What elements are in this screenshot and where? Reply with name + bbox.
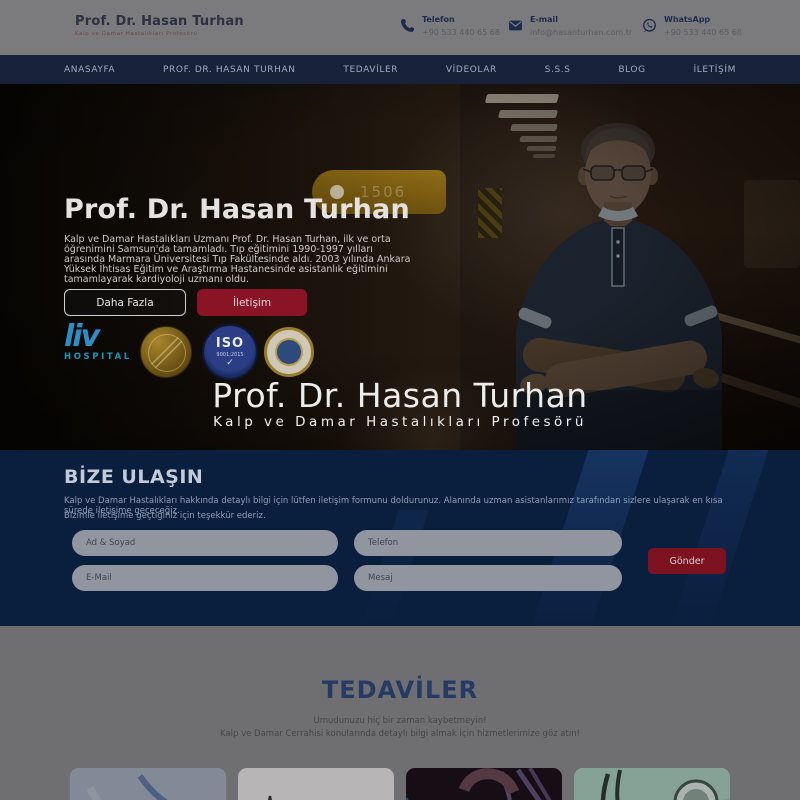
iso-9001-badge: ISO 9001:2015 ✓ [202, 324, 258, 380]
message-field[interactable] [354, 565, 622, 591]
treatment-card-heart-valve[interactable] [70, 768, 226, 800]
site-logo[interactable]: Prof. Dr. Hasan Turhan Kalp ve Damar Has… [75, 14, 244, 37]
whatsapp-label: WhatsApp [664, 15, 742, 24]
nav-item-iletisim[interactable]: İLETİŞİM [694, 65, 736, 75]
treatment-card-heart-anatomy[interactable] [406, 768, 562, 800]
treatment-cards [70, 768, 730, 800]
hero-overlay-title: Prof. Dr. Hasan Turhan [0, 376, 800, 415]
treatments-subtitle-2: Kalp ve Damar Cerrahisi konularında deta… [0, 729, 800, 739]
nav-item-sss[interactable]: S.S.S [545, 65, 571, 75]
logo-subtitle: Kalp ve Damar Hastalıkları Profesörü [75, 31, 244, 37]
treatments-subtitle-1: Umudunuzu hiç bir zaman kaybetmeyin! [0, 716, 800, 726]
nav-item-blog[interactable]: BLOG [618, 65, 645, 75]
more-button[interactable]: Daha Fazla [64, 289, 186, 316]
header-email[interactable]: E-mail info@hasanturhan.com.tr [508, 15, 632, 37]
treatments-title: TEDAVİLER [0, 676, 800, 704]
liv-logo-script: liv [64, 324, 134, 350]
hero-section: 1506 [0, 84, 800, 450]
email-field[interactable] [72, 565, 338, 591]
background-streak [671, 450, 768, 626]
send-button[interactable]: Gönder [648, 548, 726, 574]
main-nav: ANASAYFA PROF. DR. HASAN TURHAN TEDAVİLE… [0, 55, 800, 84]
hero-content: Prof. Dr. Hasan Turhan Kalp ve Damar Has… [64, 194, 424, 285]
heart-anatomy-image [406, 768, 562, 800]
header-phone[interactable]: Telefon +90 533 440 65 68 [400, 15, 500, 37]
stethoscope-image [574, 768, 730, 800]
treatment-card-stethoscope[interactable] [574, 768, 730, 800]
email-label: E-mail [530, 15, 632, 24]
jci-gold-medal [140, 326, 192, 378]
treatment-card-ecg[interactable] [238, 768, 394, 800]
phone-label: Telefon [422, 15, 500, 24]
hero-title: Prof. Dr. Hasan Turhan [64, 194, 424, 225]
ecg-image [238, 768, 394, 800]
email-value: info@hasanturhan.com.tr [530, 28, 632, 37]
hero-overlay-subtitle: Kalp ve Damar Hastalıkları Profesörü [0, 414, 800, 430]
association-badge-emblem [275, 338, 303, 366]
iso-badge-text: ISO [216, 336, 244, 351]
header-whatsapp[interactable]: WhatsApp +90 533 440 65 68 [642, 15, 742, 37]
liv-logo-word: HOSPITAL [64, 352, 134, 362]
whatsapp-icon [642, 18, 657, 33]
phone-field[interactable] [354, 530, 622, 556]
phone-icon [400, 18, 415, 33]
checkmark-icon: ✓ [226, 358, 234, 368]
logo-title: Prof. Dr. Hasan Turhan [75, 14, 244, 29]
treatments-section: TEDAVİLER Umudunuzu hiç bir zaman kaybet… [0, 626, 800, 800]
name-field[interactable] [72, 530, 338, 556]
liv-hospital-logo: liv HOSPITAL [64, 324, 134, 362]
contact-button[interactable]: İletişim [197, 289, 307, 316]
heart-valve-image [70, 768, 226, 800]
phone-value: +90 533 440 65 68 [422, 28, 500, 37]
nav-item-tedaviler[interactable]: TEDAVİLER [343, 65, 398, 75]
nav-item-prof-dr-hasan-turhan[interactable]: PROF. DR. HASAN TURHAN [163, 65, 296, 75]
association-badge [264, 327, 314, 377]
hero-description: Kalp ve Damar Hastalıkları Uzmanı Prof. … [64, 235, 412, 285]
top-header: Prof. Dr. Hasan Turhan Kalp ve Damar Has… [0, 0, 800, 55]
form-title: BİZE ULAŞIN [64, 466, 203, 488]
form-description-2: Bizimle iletişime geçtiğiniz için teşekk… [64, 511, 744, 521]
page: Prof. Dr. Hasan Turhan Kalp ve Damar Has… [0, 0, 800, 800]
email-icon [508, 18, 523, 33]
nav-item-anasayfa[interactable]: ANASAYFA [64, 65, 115, 75]
contact-form-section: BİZE ULAŞIN Kalp ve Damar Hastalıkları h… [0, 450, 800, 626]
nav-item-videolar[interactable]: VİDEOLAR [446, 65, 497, 75]
whatsapp-value: +90 533 440 65 68 [664, 28, 742, 37]
